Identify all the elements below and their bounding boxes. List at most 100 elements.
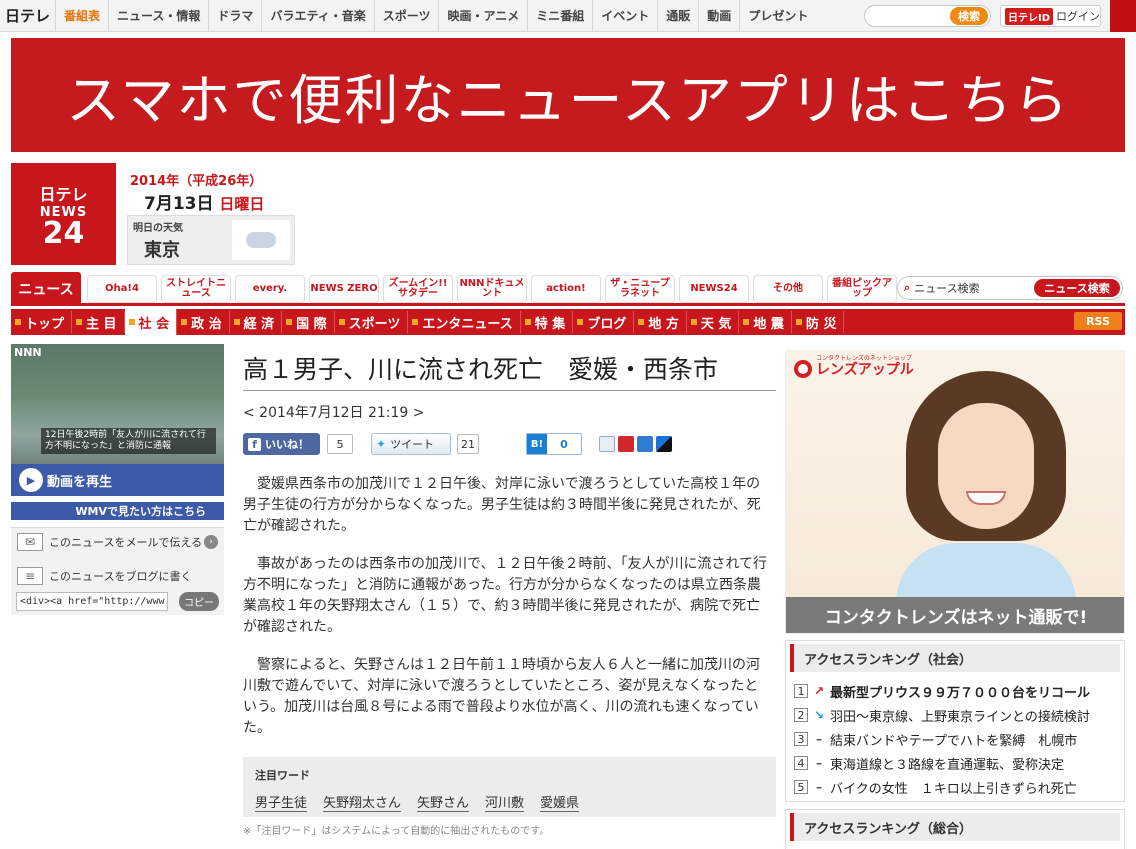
global-nav-item-event[interactable]: イベント [592,0,657,32]
login-button[interactable]: 日テレID ログイン [1000,5,1101,27]
ranking-item-text: 結束バンドやテープでハトを緊縛 札幌市 [830,733,1078,749]
category-special[interactable]: 特 集 [521,311,574,333]
keyword-link[interactable]: 矢野さん [417,792,470,812]
hatena-bookmark-button[interactable]: B! 0 [526,433,582,455]
global-nav-item-variety[interactable]: バラエティ・音楽 [261,0,373,32]
program-new-planet[interactable]: ザ・ニュープラネット [605,275,675,303]
category-earthquake[interactable]: 地 震 [739,311,792,333]
program-oha4[interactable]: Oha!4 [87,275,157,303]
category-disaster[interactable]: 防 災 [792,311,845,333]
category-regional[interactable]: 地 方 [634,311,687,333]
program-nnn-document[interactable]: NNNドキュメント [457,275,527,303]
category-politics[interactable]: 政 治 [177,311,230,333]
clip-icon[interactable] [637,436,653,452]
global-nav-item-schedule[interactable]: 番組表 [55,0,108,32]
global-nav-item-drama[interactable]: ドラマ [208,0,261,32]
bookmark-icons [599,436,672,452]
blog-share-link[interactable]: ≡ このニュースをブログに書く [11,562,224,590]
bullet-icon [233,319,240,325]
ranking-item[interactable]: 5 – バイクの女性 １キロ以上引きずられ死亡 [794,775,1118,799]
program-nav-news-tab[interactable]: ニュース [11,272,81,306]
keyword-link[interactable]: 河川敷 [485,792,525,812]
news24-logo-line3: 24 [42,215,85,251]
nnn-logo: NNN [14,346,42,359]
ranking-item[interactable]: 2 ↘ 羽田〜東京線、上野東京ラインとの接続検討 [794,703,1118,727]
ad-tagline: コンタクトレンズはネット通販で! [786,597,1124,633]
keyword-link[interactable]: 男子生徒 [255,792,308,812]
video-player-thumbnail[interactable]: NNN 12日午後2時前「友人が川に流されて行方不明になった」と消防に通報 ▶ … [11,344,224,496]
global-nav-item-present[interactable]: プレゼント [739,0,816,32]
date-month-day: 7月13日 [144,194,214,214]
program-pickup[interactable]: 番組ピックアップ [827,275,897,303]
category-entertainment[interactable]: エンタニュース [408,311,521,333]
program-other[interactable]: その他 [753,275,823,303]
advertisement-banner[interactable]: レンズアップル コンタクトレンズのネットショップ コンタクトレンズはネット通販で… [785,350,1125,634]
program-zoomin-saturday[interactable]: ズームイン!!サタデー [383,275,453,303]
global-nav-item-video[interactable]: 動画 [698,0,739,32]
news-search-button[interactable]: ニュース検索 [1034,279,1120,297]
global-nav-item-sports[interactable]: スポーツ [373,0,439,32]
ntv-logo[interactable]: 日テレ [0,0,55,32]
mail-share-link[interactable]: ✉ このニュースをメールで伝える › [11,528,224,556]
ranking-item[interactable]: 4 – 東海道線と３路線を直通運転、愛称決定 [794,751,1118,775]
program-news24[interactable]: NEWS24 [679,275,749,303]
play-label: 動画を再生 [47,474,113,490]
program-news-zero[interactable]: NEWS ZERO [309,275,379,303]
keywords-list: 男子生徒 矢野翔太さん 矢野さん 河川敷 愛媛県 [255,792,764,812]
ranking-list: 1 ↗ 最新型プリウス９９万７０００台をリコール 2 ↘ 羽田〜東京線、上野東京… [794,679,1118,799]
livedoor-clip-icon[interactable] [618,436,634,452]
tweet-count: 21 [457,434,479,454]
play-video-button[interactable]: ▶ 動画を再生 [11,464,224,496]
category-featured[interactable]: 主 目 [72,311,125,333]
search-bookmark-icon[interactable] [599,436,615,452]
ranking-item[interactable]: 1 ↗ 最新型プリウス９９万７０００台をリコール [794,679,1118,703]
video-caption: 12日午後2時前「友人が川に流されて行方不明になった」と消防に通報 [41,428,216,454]
site-search-button[interactable]: 検索 [950,7,988,25]
news-search-field[interactable]: ⌕ ニュース検索 ニュース検索 [897,276,1123,300]
category-economy[interactable]: 経 済 [230,311,283,333]
tweet-button[interactable]: ✦ ツイート [371,433,451,455]
category-international[interactable]: 国 際 [282,311,335,333]
global-nav-item-movie[interactable]: 映画・アニメ [438,0,527,32]
rss-button[interactable]: RSS [1074,312,1122,330]
keyword-link[interactable]: 愛媛県 [540,792,580,812]
program-action[interactable]: action! [531,275,601,303]
program-straight-news[interactable]: ストレイトニュース [161,275,231,303]
category-weather[interactable]: 天 気 [687,311,740,333]
bullet-icon [181,319,188,325]
global-nav-item-mini[interactable]: ミニ番組 [527,0,592,32]
global-nav-item-shop[interactable]: 通販 [657,0,698,32]
category-blog[interactable]: ブログ [573,311,635,333]
hatena-icon: B! [527,434,547,454]
category-label: 地 震 [753,316,784,332]
bullet-icon [338,319,345,325]
rank-number: 5 [794,780,808,794]
copy-button[interactable]: コピー [179,592,219,611]
category-society[interactable]: 社 会 [124,309,178,335]
category-label: 主 目 [86,316,117,332]
category-top[interactable]: トップ [11,311,73,333]
program-every[interactable]: every. [235,275,305,303]
news-search-placeholder: ニュース検索 [914,282,980,295]
bullet-icon [690,319,697,325]
keywords-box: 注目ワード 男子生徒 矢野翔太さん 矢野さん 河川敷 愛媛県 [243,757,776,817]
news24-logo[interactable]: 日テレ NEWS 24 [11,163,116,265]
facebook-like-button[interactable]: f いいね！ [243,433,320,455]
ranking-title: アクセスランキング（社会） [790,644,1120,672]
category-label: 政 治 [191,316,222,332]
embed-code-field[interactable] [16,592,168,611]
article-date: < 2014年7月12日 21:19 > [243,405,425,421]
article-paragraph: 愛媛県西条市の加茂川で１２日午後、対岸に泳いで渡ろうとしていた高校１年の男子生徒… [243,476,761,534]
news-app-banner[interactable]: スマホで便利なニュースアプリはこちら [11,38,1125,152]
ranking-item[interactable]: 3 – 結束バンドやテープでハトを緊縛 札幌市 [794,727,1118,751]
lens-icon [794,360,812,378]
tweet-label: ツイート [390,438,435,451]
keyword-link[interactable]: 矢野翔太さん [323,792,402,812]
blog-share-label: このニュースをブログに書く [49,570,192,583]
weather-widget[interactable]: 明日の天気 東京 [127,215,295,265]
wmv-link[interactable]: WMVで見たい方はこちら [11,502,224,520]
program-nav: ニュース Oha!4 ストレイトニュース every. NEWS ZERO ズー… [11,272,1125,306]
category-sports[interactable]: スポーツ [335,311,409,333]
delicious-icon[interactable] [656,436,672,452]
global-nav-item-news[interactable]: ニュース・情報 [108,0,208,32]
